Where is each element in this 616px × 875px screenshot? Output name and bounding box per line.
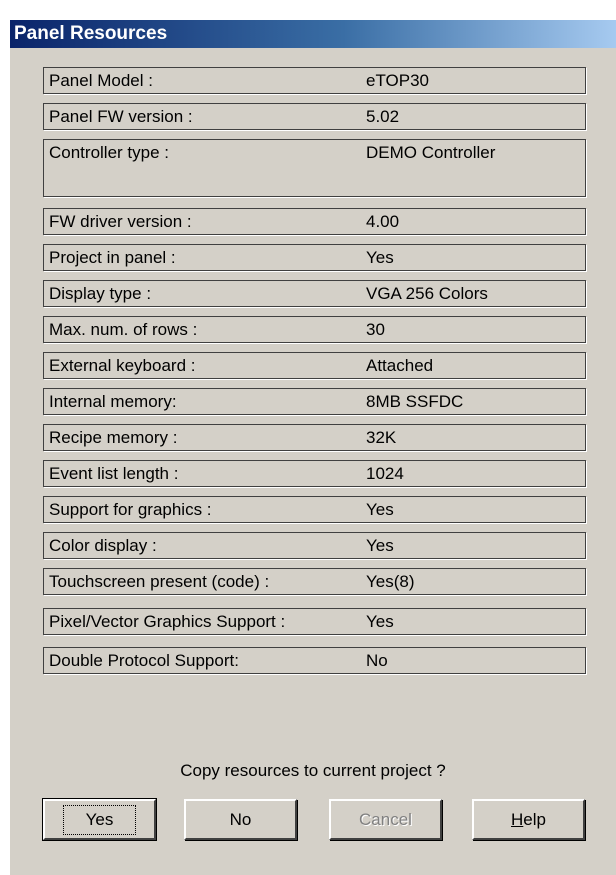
help-button-label: Help — [511, 810, 546, 830]
row-label: Pixel/Vector Graphics Support : — [49, 612, 286, 631]
row-value: 5.02 — [366, 107, 400, 126]
row-label: Event list length : — [49, 464, 179, 483]
row-label: External keyboard : — [49, 356, 196, 375]
row-value: 32K — [366, 428, 397, 447]
help-label-rest: elp — [523, 809, 546, 829]
row-value: VGA 256 Colors — [366, 284, 488, 303]
row-value: No — [366, 651, 388, 670]
row-touchscreen-present: Touchscreen present (code) : Yes(8) — [43, 568, 586, 595]
row-color-display: Color display : Yes — [43, 532, 586, 559]
row-label: Display type : — [49, 284, 152, 303]
row-value: Yes — [366, 612, 394, 631]
row-recipe-memory: Recipe memory : 32K — [43, 424, 586, 451]
row-event-list-length: Event list length : 1024 — [43, 460, 586, 487]
row-value: eTOP30 — [366, 71, 430, 90]
help-button[interactable]: Help — [472, 799, 585, 840]
row-label: Color display : — [49, 536, 157, 555]
row-label: Support for graphics : — [49, 500, 212, 519]
row-label: Project in panel : — [49, 248, 176, 267]
yes-button[interactable]: Yes — [42, 798, 157, 841]
dialog-title: Panel Resources — [10, 20, 616, 48]
row-panel-model: Panel Model : eTOP30 — [43, 67, 586, 94]
row-label: Recipe memory : — [49, 428, 178, 447]
row-double-protocol: Double Protocol Support: No — [43, 647, 586, 674]
row-value: 4.00 — [366, 212, 400, 231]
row-label: Internal memory: — [49, 392, 177, 411]
help-mnemonic: H — [511, 809, 524, 829]
row-value: Yes — [366, 536, 394, 555]
row-label: Touchscreen present (code) : — [49, 572, 270, 591]
row-label: Panel FW version : — [49, 107, 193, 126]
row-value: DEMO Controller — [366, 143, 496, 162]
row-display-type: Display type : VGA 256 Colors — [43, 280, 586, 307]
row-value: 8MB SSFDC — [366, 392, 464, 411]
row-label: Controller type : — [49, 143, 169, 162]
row-fw-driver-version: FW driver version : 4.00 — [43, 208, 586, 235]
row-panel-fw-version: Panel FW version : 5.02 — [43, 103, 586, 130]
row-value: Yes(8) — [366, 572, 415, 591]
no-button-label: No — [229, 809, 252, 829]
copy-resources-prompt: Copy resources to current project ? — [180, 761, 446, 780]
row-internal-memory: Internal memory: 8MB SSFDC — [43, 388, 586, 415]
row-value: Yes — [366, 500, 394, 519]
row-value: 1024 — [366, 464, 404, 483]
row-support-graphics: Support for graphics : Yes — [43, 496, 586, 523]
row-controller-type: Controller type : DEMO Controller — [43, 139, 586, 197]
row-label: FW driver version : — [49, 212, 192, 231]
panel-resources-dialog: Panel Resources Panel Model : eTOP30 Pan… — [9, 19, 616, 875]
no-button[interactable]: No — [184, 799, 297, 840]
row-value: 30 — [366, 320, 385, 339]
row-pixel-vector-graphics: Pixel/Vector Graphics Support : Yes — [43, 608, 586, 635]
row-label: Panel Model : — [49, 71, 153, 90]
row-label: Max. num. of rows : — [49, 320, 198, 339]
row-external-keyboard: External keyboard : Attached — [43, 352, 586, 379]
row-project-in-panel: Project in panel : Yes — [43, 244, 586, 271]
row-value: Yes — [366, 248, 394, 267]
cancel-button-label: Cancel — [359, 809, 412, 829]
cancel-button[interactable]: Cancel — [329, 799, 442, 840]
row-label: Double Protocol Support: — [49, 651, 239, 670]
yes-button-label: Yes — [62, 804, 137, 835]
row-value: Attached — [366, 356, 434, 375]
row-max-num-rows: Max. num. of rows : 30 — [43, 316, 586, 343]
